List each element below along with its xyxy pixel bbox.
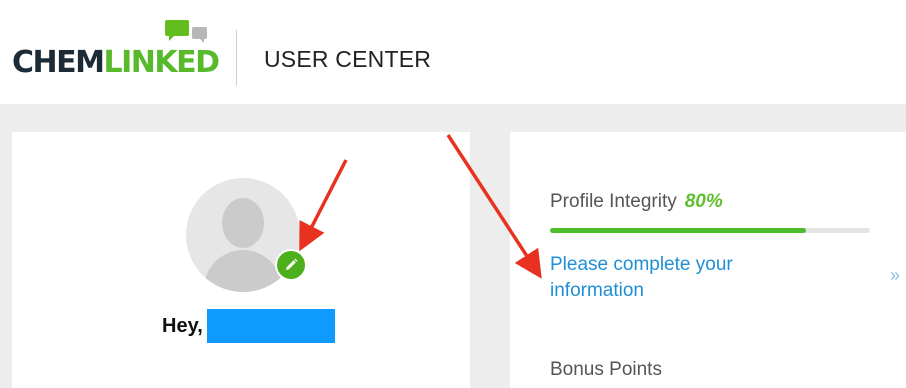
annotation-arrow-avatar	[299, 159, 348, 252]
annotation-overlay	[299, 134, 542, 279]
annotation-arrow-link	[446, 134, 542, 279]
